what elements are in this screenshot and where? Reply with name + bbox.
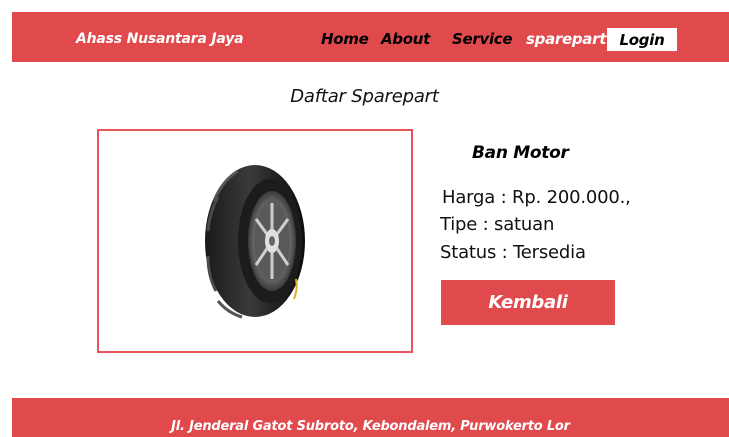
brand-name: Ahass Nusantara Jaya: [76, 31, 244, 47]
login-button[interactable]: Login: [607, 28, 677, 51]
product-status: Status : Tersedia: [440, 242, 586, 263]
back-button[interactable]: Kembali: [441, 280, 615, 325]
footer-address: Jl. Jenderal Gatot Subroto, Kebondalem, …: [171, 419, 570, 434]
motorcycle-tire-image: [205, 165, 305, 319]
product-type: Tipe : satuan: [440, 214, 555, 235]
nav-link-service[interactable]: Service: [452, 30, 513, 48]
product-price: Harga : Rp. 200.000.,: [442, 187, 631, 208]
page-title: Daftar Sparepart: [290, 86, 439, 107]
product-name: Ban Motor: [472, 143, 569, 163]
navbar: Ahass Nusantara Jaya Home About Service …: [12, 12, 729, 62]
nav-link-about[interactable]: About: [381, 30, 430, 48]
nav-link-home[interactable]: Home: [321, 30, 369, 48]
product-image-frame: [97, 129, 413, 353]
footer: Jl. Jenderal Gatot Subroto, Kebondalem, …: [12, 398, 729, 437]
nav-link-sparepart[interactable]: sparepart: [526, 30, 606, 48]
